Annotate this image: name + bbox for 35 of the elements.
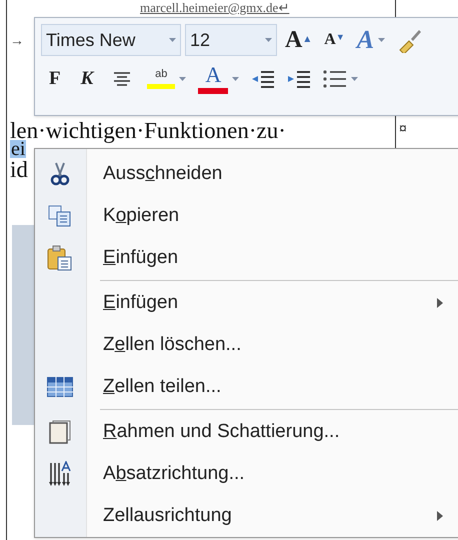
dropdown-arrow-icon — [169, 38, 176, 42]
clipboard-icon — [47, 245, 73, 271]
dropdown-arrow-icon — [378, 38, 386, 42]
tab-mark: → — [10, 31, 24, 50]
menu-item[interactable]: Zellen löschen... — [35, 324, 458, 366]
document-text: id — [10, 158, 28, 181]
menu-item[interactable]: Rahmen und Schattierung... — [35, 411, 458, 453]
menu-item[interactable]: Zellausrichtung — [35, 495, 458, 537]
font-name-combo[interactable]: Times New — [41, 24, 181, 56]
frame-icon — [49, 420, 71, 444]
dropdown-arrow-icon — [179, 77, 186, 81]
styles-button[interactable]: A — [352, 27, 390, 53]
dropdown-arrow-icon — [265, 38, 272, 42]
menu-item[interactable]: Einfügen — [35, 282, 458, 324]
shrink-font-button[interactable]: A$^{▼}$ — [320, 32, 349, 48]
font-size-combo[interactable]: 12 — [185, 24, 277, 56]
dropdown-arrow-icon — [351, 77, 358, 81]
highlight-button[interactable]: ab — [143, 69, 190, 89]
cell-mark: ¤ — [399, 119, 407, 138]
menu-item[interactable]: Kopieren — [35, 195, 458, 237]
copy-icon — [48, 205, 72, 227]
font-color-button[interactable]: A — [194, 64, 244, 94]
dropdown-arrow-icon — [232, 77, 240, 81]
menu-item[interactable]: Absatzrichtung... — [35, 453, 458, 495]
menu-item[interactable]: Zellen teilen... — [35, 366, 458, 408]
menu-item[interactable]: Einfügen — [35, 237, 458, 279]
text-direction-icon — [49, 461, 71, 487]
italic-button[interactable]: K — [72, 64, 102, 94]
bold-button[interactable]: F — [41, 64, 69, 94]
document-text: marcell.heimeier@gmx.de↵ — [140, 0, 290, 15]
table-icon — [47, 377, 73, 397]
scissors-icon — [50, 162, 70, 186]
menu-item[interactable]: Ausschneiden — [35, 153, 458, 195]
grow-font-button[interactable]: A$^{▲}$ — [281, 28, 316, 52]
selected-text: ei — [10, 140, 26, 158]
